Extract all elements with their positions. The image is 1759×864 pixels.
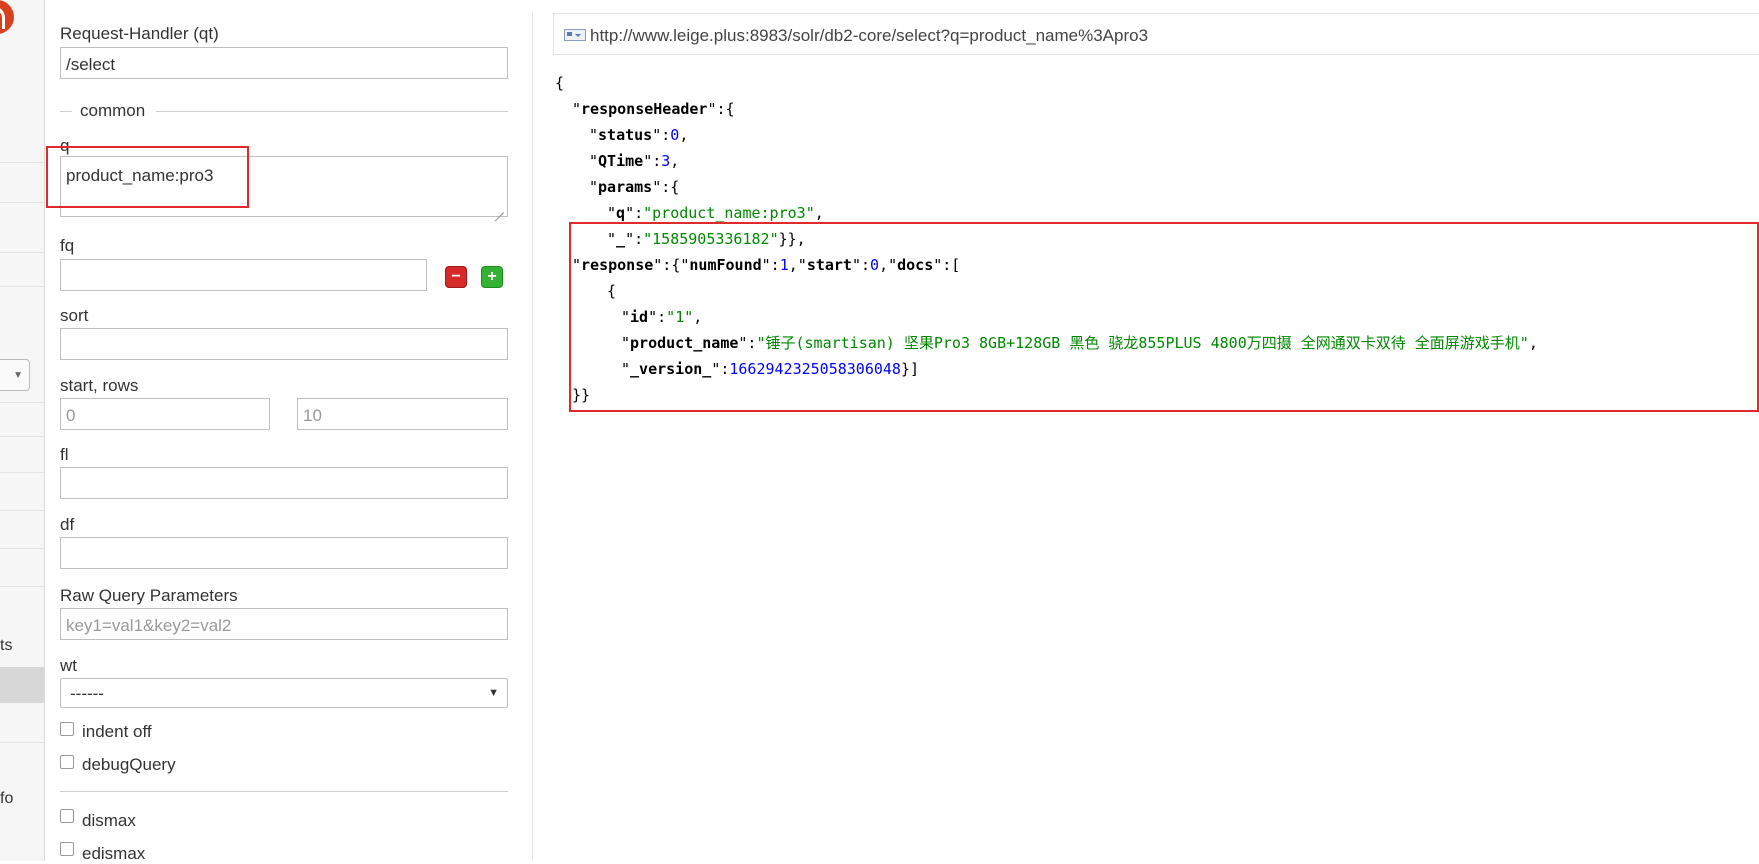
nav-divider [0,202,44,203]
json-line: { [555,74,565,92]
highlight-box-q [46,146,249,208]
nav-item-partial[interactable]: ts [0,637,12,655]
wt-label: wt [60,656,77,675]
link-icon [564,29,586,41]
json-line: "params":{ [589,178,680,196]
solr-logo-icon[interactable] [0,0,14,34]
wt-select[interactable]: ------ ▼ [60,678,508,708]
json-line: "q":"product_name:pro3", [607,204,824,222]
left-nav: ▼ ts fo [0,0,45,861]
chevron-down-icon: ▼ [13,370,23,381]
add-fq-button[interactable]: + [481,266,503,288]
core-selector-dropdown[interactable]: ▼ [0,359,30,391]
debugquery-checkbox[interactable] [60,755,74,769]
nav-divider [0,436,44,437]
query-form: Request-Handler (qt) /select common q pr… [46,0,510,863]
fieldset-line [156,111,508,112]
rows-input[interactable]: 10 [297,398,508,430]
request-handler-input[interactable]: /select [60,47,508,79]
indent-label: indent off [82,722,152,741]
start-input[interactable]: 0 [60,398,270,430]
nav-divider [0,548,44,549]
highlight-box-response [569,222,1759,412]
fq-label: fq [60,236,75,255]
edismax-checkbox[interactable] [60,842,74,856]
resize-handle-icon[interactable] [494,203,504,213]
nav-divider [0,472,44,473]
nav-item-query-active[interactable] [0,667,44,703]
result-url[interactable]: http://www.leige.plus:8983/solr/db2-core… [590,26,1148,46]
sort-input[interactable] [60,328,508,360]
minus-icon: − [451,268,461,285]
debugquery-label: debugQuery [82,755,176,774]
nav-divider [0,286,44,287]
df-input[interactable] [60,537,508,569]
nav-divider [0,510,44,511]
nav-divider [0,402,44,403]
result-url-bar[interactable]: http://www.leige.plus:8983/solr/db2-core… [553,13,1759,55]
fieldset-line [60,111,72,112]
fl-label: fl [60,445,69,464]
json-line: "responseHeader":{ [572,100,735,118]
chevron-down-icon: ▼ [488,687,499,699]
plus-icon: + [487,268,497,285]
fl-input[interactable] [60,467,508,499]
nav-divider [0,742,44,743]
df-label: df [60,515,75,534]
nav-item-partial[interactable]: fo [0,790,13,808]
indent-checkbox[interactable] [60,722,74,736]
nav-divider [0,586,44,587]
sort-label: sort [60,306,89,325]
fq-input[interactable] [60,259,427,291]
json-line: "QTime":3, [589,152,680,170]
raw-params-label: Raw Query Parameters [60,586,238,605]
dismax-label: dismax [82,811,136,830]
wt-selected-value: ------ [70,684,104,703]
request-handler-label: Request-Handler (qt) [60,24,219,43]
panel-divider [532,12,533,861]
common-legend: common [80,101,146,120]
remove-fq-button[interactable]: − [445,266,467,288]
raw-params-input[interactable]: key1=val1&key2=val2 [60,608,508,640]
nav-divider [0,252,44,253]
nav-divider [0,162,44,163]
start-rows-label: start, rows [60,376,139,395]
dismax-checkbox[interactable] [60,809,74,823]
edismax-label: edismax [82,844,146,863]
section-divider [60,791,508,792]
json-line: "status":0, [589,126,689,144]
